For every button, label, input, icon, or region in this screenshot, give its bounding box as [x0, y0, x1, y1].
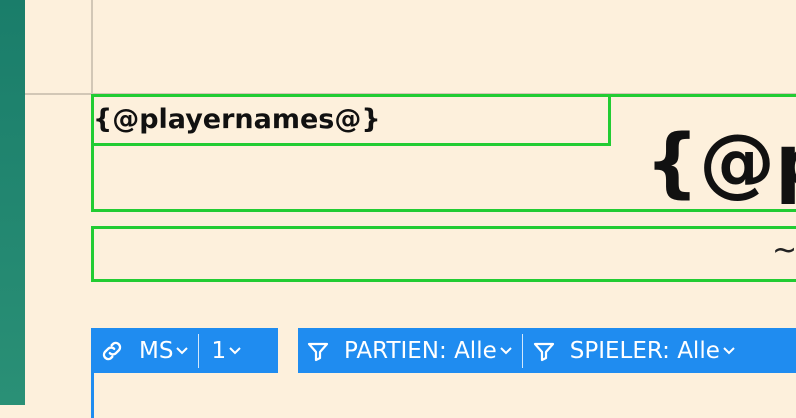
chevron-down-icon [228, 344, 242, 358]
link-ms-label: MS [139, 337, 174, 364]
toolbar-group-filters: PARTIEN: Alle SPIELER: Alle [298, 328, 796, 373]
link-icon [99, 338, 125, 364]
title-placeholder: {@p [645, 117, 796, 206]
number-dropdown[interactable]: 1 [211, 338, 242, 364]
spieler-filter-label: SPIELER: Alle [569, 337, 720, 364]
chevron-down-icon [175, 344, 189, 358]
link-ms-button[interactable]: MS [91, 338, 189, 364]
chevron-down-icon [499, 344, 513, 358]
toolbar-separator [521, 333, 523, 368]
partien-filter-label: PARTIEN: Alle [344, 337, 497, 364]
ruler-vertical-line [91, 0, 93, 95]
partien-filter-button[interactable]: PARTIEN: Alle [298, 338, 513, 364]
filter-icon [532, 339, 556, 363]
toolbar-group-left: MS 1 [91, 328, 278, 373]
side-strip [0, 0, 25, 405]
spieler-filter-button[interactable]: SPIELER: Alle [532, 338, 736, 364]
subtitle-frame[interactable] [91, 226, 796, 282]
playernames-placeholder: {@playernames@} [93, 104, 381, 135]
filter-icon [306, 339, 330, 363]
chevron-down-icon [722, 344, 736, 358]
subtitle-placeholder: ~ [772, 233, 796, 268]
number-label: 1 [211, 337, 227, 364]
toolbar-separator [198, 333, 200, 368]
